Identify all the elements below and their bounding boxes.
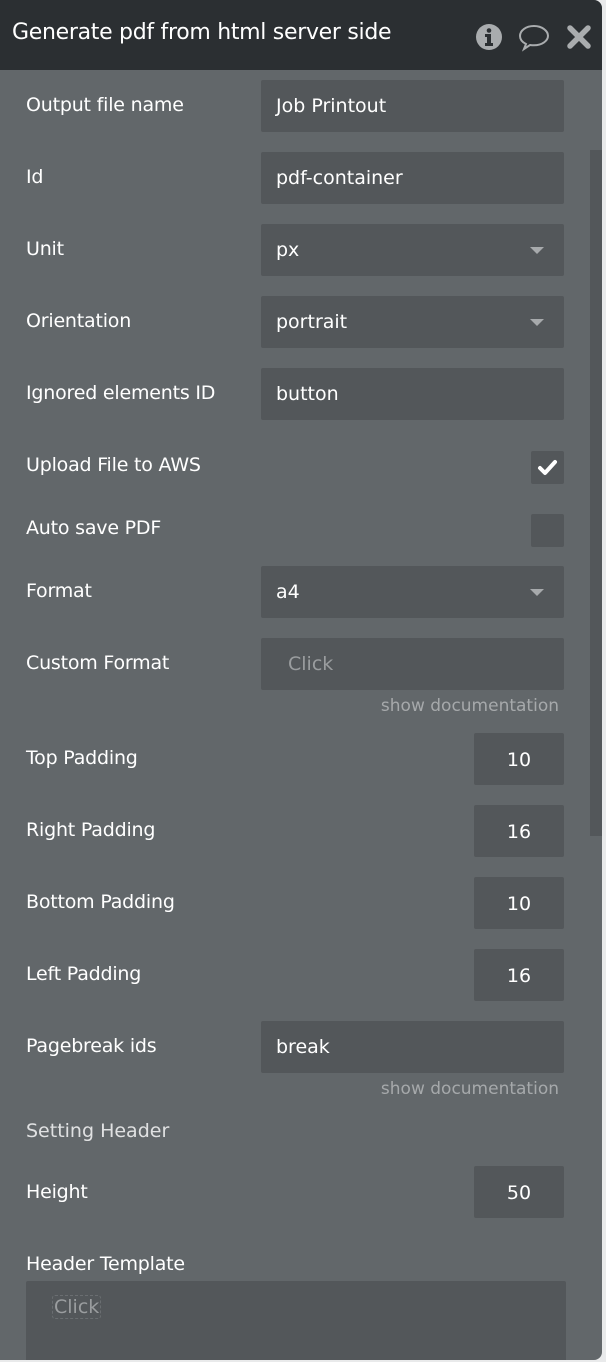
setting-header-heading: Setting Header bbox=[26, 1120, 170, 1142]
right-padding-label: Right Padding bbox=[26, 819, 156, 841]
orientation-value: portrait bbox=[276, 311, 348, 333]
ignored-elements-label: Ignored elements ID bbox=[26, 382, 216, 404]
id-label: Id bbox=[26, 166, 44, 188]
bottom-padding-input[interactable]: 10 bbox=[474, 877, 564, 929]
panel-header: Generate pdf from html server side bbox=[0, 0, 602, 70]
height-input[interactable]: 50 bbox=[474, 1166, 564, 1218]
show-documentation-link[interactable]: show documentation bbox=[381, 1079, 559, 1099]
comment-icon[interactable] bbox=[517, 22, 551, 52]
caret-down-icon bbox=[530, 247, 544, 254]
pagebreak-ids-input[interactable]: break bbox=[261, 1021, 564, 1073]
header-template-placeholder: Click bbox=[52, 1295, 102, 1319]
upload-aws-label: Upload File to AWS bbox=[26, 454, 201, 476]
output-file-name-input[interactable]: Job Printout bbox=[261, 80, 564, 132]
show-documentation-link[interactable]: show documentation bbox=[381, 696, 559, 716]
property-editor-panel: Generate pdf from html server side Outpu… bbox=[0, 0, 602, 1360]
id-input[interactable]: pdf-container bbox=[261, 152, 564, 204]
scrollbar[interactable] bbox=[590, 150, 602, 836]
header-template-label: Header Template bbox=[26, 1253, 185, 1275]
custom-format-label: Custom Format bbox=[26, 652, 170, 674]
close-icon[interactable] bbox=[566, 22, 592, 52]
format-label: Format bbox=[26, 580, 92, 602]
output-file-name-label: Output file name bbox=[26, 94, 184, 116]
info-icon[interactable] bbox=[474, 22, 504, 52]
right-padding-input[interactable]: 16 bbox=[474, 805, 564, 857]
caret-down-icon bbox=[530, 589, 544, 596]
format-value: a4 bbox=[276, 581, 300, 603]
header-template-input[interactable]: Click bbox=[26, 1281, 566, 1360]
orientation-label: Orientation bbox=[26, 310, 132, 332]
auto-save-label: Auto save PDF bbox=[26, 517, 162, 539]
unit-label: Unit bbox=[26, 238, 64, 260]
orientation-dropdown[interactable]: portrait bbox=[261, 296, 564, 348]
top-padding-label: Top Padding bbox=[26, 747, 138, 769]
unit-value: px bbox=[276, 239, 300, 261]
height-label: Height bbox=[26, 1181, 88, 1203]
bottom-padding-label: Bottom Padding bbox=[26, 891, 175, 913]
pagebreak-ids-label: Pagebreak ids bbox=[26, 1035, 157, 1057]
auto-save-checkbox[interactable] bbox=[531, 514, 564, 547]
top-padding-input[interactable]: 10 bbox=[474, 733, 564, 785]
left-padding-label: Left Padding bbox=[26, 963, 142, 985]
unit-dropdown[interactable]: px bbox=[261, 224, 564, 276]
upload-aws-checkbox[interactable] bbox=[531, 451, 564, 484]
custom-format-input[interactable]: Click bbox=[261, 638, 564, 690]
caret-down-icon bbox=[530, 319, 544, 326]
panel-title: Generate pdf from html server side bbox=[12, 20, 392, 45]
format-dropdown[interactable]: a4 bbox=[261, 566, 564, 618]
checkmark-icon bbox=[538, 460, 557, 475]
left-padding-input[interactable]: 16 bbox=[474, 949, 564, 1001]
ignored-elements-input[interactable]: button bbox=[261, 368, 564, 420]
